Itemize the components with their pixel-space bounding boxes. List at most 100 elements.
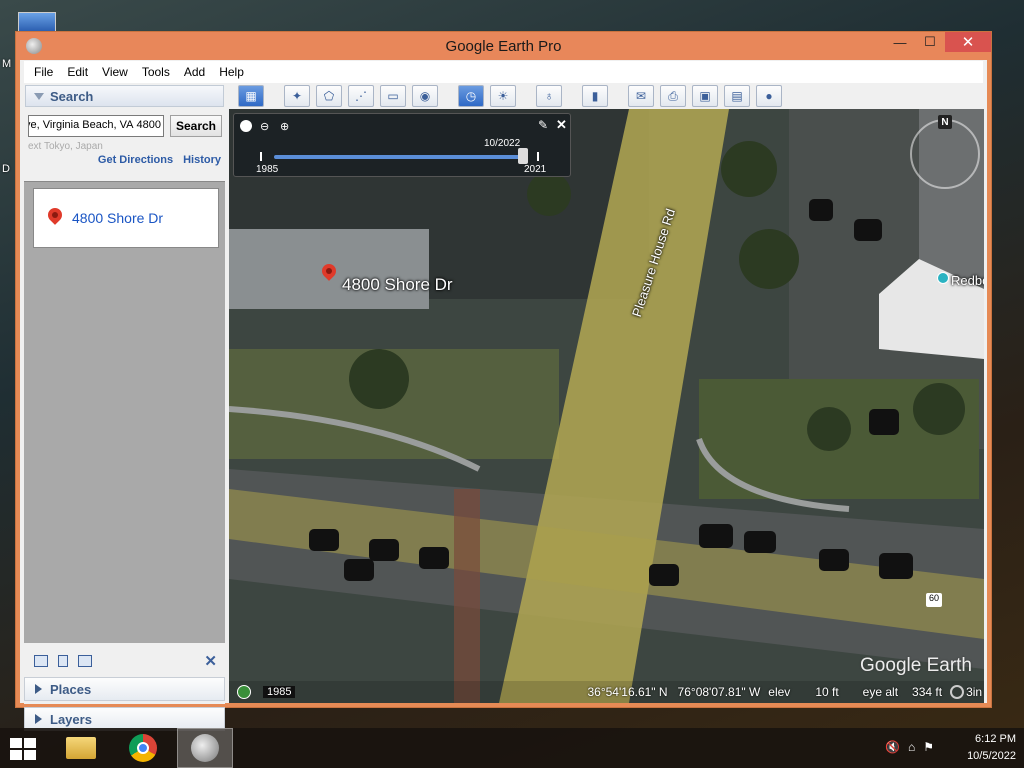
- search-input-value: 4800 Shore Drive, Virginia Beach, VA: [29, 119, 161, 131]
- search-hint: ext Tokyo, Japan: [28, 141, 103, 152]
- maximize-button[interactable]: ☐: [915, 32, 945, 52]
- search-button[interactable]: Search: [170, 115, 222, 137]
- placemark-icon[interactable]: ✦: [284, 85, 310, 107]
- action-center-icon[interactable]: ⚑: [923, 740, 934, 754]
- planets-icon[interactable]: ♁: [536, 85, 562, 107]
- sidebar: Search 4800 Shore Drive, Virginia Beach,…: [24, 83, 225, 731]
- expand-arrow-icon: [35, 714, 42, 724]
- search-panel-header[interactable]: Search: [25, 85, 224, 107]
- clear-search-icon[interactable]: ✕: [204, 652, 217, 670]
- elevation-value: 10 ft: [815, 685, 839, 699]
- file-explorer-taskbar-icon[interactable]: [53, 728, 109, 768]
- menu-edit[interactable]: Edit: [67, 65, 88, 79]
- polygon-icon[interactable]: ⬠: [316, 85, 342, 107]
- search-results-list: 4800 Shore Dr: [24, 181, 225, 643]
- poi-marker-icon[interactable]: [937, 272, 949, 284]
- add-to-my-places-icon[interactable]: [34, 655, 48, 667]
- historical-imagery-slider-panel: ⊖ ⊕ ✎ ✕ 10/2022 1985 2021: [233, 113, 571, 177]
- settings-wrench-icon[interactable]: ✎: [538, 118, 548, 132]
- loading-indicator-icon: [950, 685, 965, 699]
- historical-imagery-icon[interactable]: ◷: [458, 85, 484, 107]
- history-link[interactable]: History: [183, 154, 221, 166]
- title-bar[interactable]: Google Earth Pro — ☐ ✕: [16, 32, 991, 60]
- search-result-item[interactable]: 4800 Shore Dr: [33, 188, 219, 248]
- overlay-icon[interactable]: ▭: [380, 85, 406, 107]
- clock[interactable]: 6:12 PM 10/5/2022: [967, 731, 1016, 765]
- satellite-imagery: [229, 109, 984, 703]
- desktop-computer-icon[interactable]: [18, 12, 56, 32]
- panel-tools: ✕: [24, 649, 225, 673]
- google-earth-window: Google Earth Pro — ☐ ✕ File Edit View To…: [15, 31, 992, 731]
- toolbar: ▦ ✦ ⬠ ⋰ ▭ ◉ ◷ ☀ ♁ ▮ ✉ ⎙ ▣ ▤ ●: [238, 83, 988, 109]
- places-label: Places: [50, 681, 92, 697]
- imagery-year: 1985: [263, 686, 296, 698]
- system-tray: 🔇 ⌂ ⚑: [885, 740, 934, 754]
- skip-back-icon[interactable]: [260, 152, 265, 161]
- current-imagery-date: 10/2022: [484, 138, 521, 149]
- close-button[interactable]: ✕: [945, 32, 991, 52]
- placemark-pin-icon: [48, 208, 62, 228]
- timeline-track[interactable]: [274, 155, 526, 159]
- window-title: Google Earth Pro: [445, 37, 562, 55]
- clock-time: 6:12 PM: [975, 733, 1016, 745]
- path-icon[interactable]: ⋰: [348, 85, 374, 107]
- timeline-start-year: 1985: [256, 164, 279, 175]
- places-panel-header[interactable]: Places: [24, 677, 225, 701]
- save-image-icon[interactable]: ▣: [692, 85, 718, 107]
- timeline-handle[interactable]: [518, 148, 528, 164]
- navigation-control[interactable]: [910, 119, 980, 189]
- tour-icon[interactable]: ◉: [412, 85, 438, 107]
- placemark-label[interactable]: 4800 Shore Dr: [342, 275, 453, 295]
- poi-label-redbox[interactable]: Redbox: [951, 273, 984, 288]
- view-in-maps-icon[interactable]: ▤: [724, 85, 750, 107]
- search-input[interactable]: 4800 Shore Drive, Virginia Beach, VA: [28, 115, 164, 137]
- skip-forward-icon[interactable]: [534, 152, 539, 161]
- network-icon[interactable]: ⌂: [908, 740, 915, 754]
- compass-north-icon[interactable]: N: [938, 115, 952, 129]
- layers-label: Layers: [50, 711, 92, 727]
- zoom-in-icon[interactable]: ⊕: [280, 120, 289, 133]
- start-button[interactable]: [10, 738, 38, 760]
- print-icon[interactable]: ⎙: [660, 85, 686, 107]
- zoom-out-icon[interactable]: ⊖: [260, 120, 269, 133]
- expand-arrow-icon: [35, 684, 42, 694]
- google-earth-pro-taskbar-icon[interactable]: [177, 728, 233, 768]
- collapse-arrow-icon: [34, 92, 44, 100]
- menu-help[interactable]: Help: [219, 65, 244, 79]
- menu-file[interactable]: File: [34, 65, 53, 79]
- menu-tools[interactable]: Tools: [142, 65, 170, 79]
- google-earth-watermark: Google Earth: [860, 655, 972, 676]
- clock-date: 10/5/2022: [967, 750, 1016, 762]
- sidebar-toggle-icon[interactable]: ▦: [238, 85, 264, 107]
- route-shield: 60: [926, 593, 942, 607]
- globe-icon[interactable]: ●: [756, 85, 782, 107]
- sunlight-icon[interactable]: ☀: [490, 85, 516, 107]
- menu-view[interactable]: View: [102, 65, 128, 79]
- placemark-pin-icon[interactable]: [322, 264, 336, 284]
- eye-altitude-value: 334 ft: [912, 685, 943, 699]
- volume-muted-icon[interactable]: 🔇: [885, 740, 900, 754]
- elevation-label: elev: [768, 685, 791, 699]
- get-directions-link[interactable]: Get Directions: [98, 154, 173, 166]
- coordinates: 36°54'16.61" N 76°08'07.81" W: [587, 685, 761, 699]
- imagery-date-icon[interactable]: [237, 685, 251, 699]
- search-result-label[interactable]: 4800 Shore Dr: [72, 210, 163, 226]
- clock-icon: [240, 120, 252, 132]
- ruler-icon[interactable]: ▮: [582, 85, 608, 107]
- desktop-icon-label[interactable]: D: [2, 163, 10, 175]
- minimize-button[interactable]: —: [885, 32, 915, 52]
- google-earth-icon: [26, 38, 42, 54]
- windows-logo-icon: [10, 738, 22, 748]
- search-header-label: Search: [50, 88, 94, 104]
- map-view[interactable]: ⊖ ⊕ ✎ ✕ 10/2022 1985 2021 4800 Shore Dr …: [229, 109, 984, 703]
- chrome-taskbar-icon[interactable]: [115, 728, 171, 768]
- email-icon[interactable]: ✉: [628, 85, 654, 107]
- print-icon[interactable]: [78, 655, 92, 667]
- eye-altitude-label: eye alt: [862, 685, 899, 699]
- timeline-end-year: 2021: [524, 164, 547, 175]
- copy-icon[interactable]: [58, 655, 68, 667]
- menu-add[interactable]: Add: [184, 65, 205, 79]
- desktop-icon-label[interactable]: M: [2, 58, 11, 70]
- status-bar: 1985 36°54'16.61" N 76°08'07.81" W elev …: [229, 681, 984, 703]
- close-slider-icon[interactable]: ✕: [556, 117, 567, 133]
